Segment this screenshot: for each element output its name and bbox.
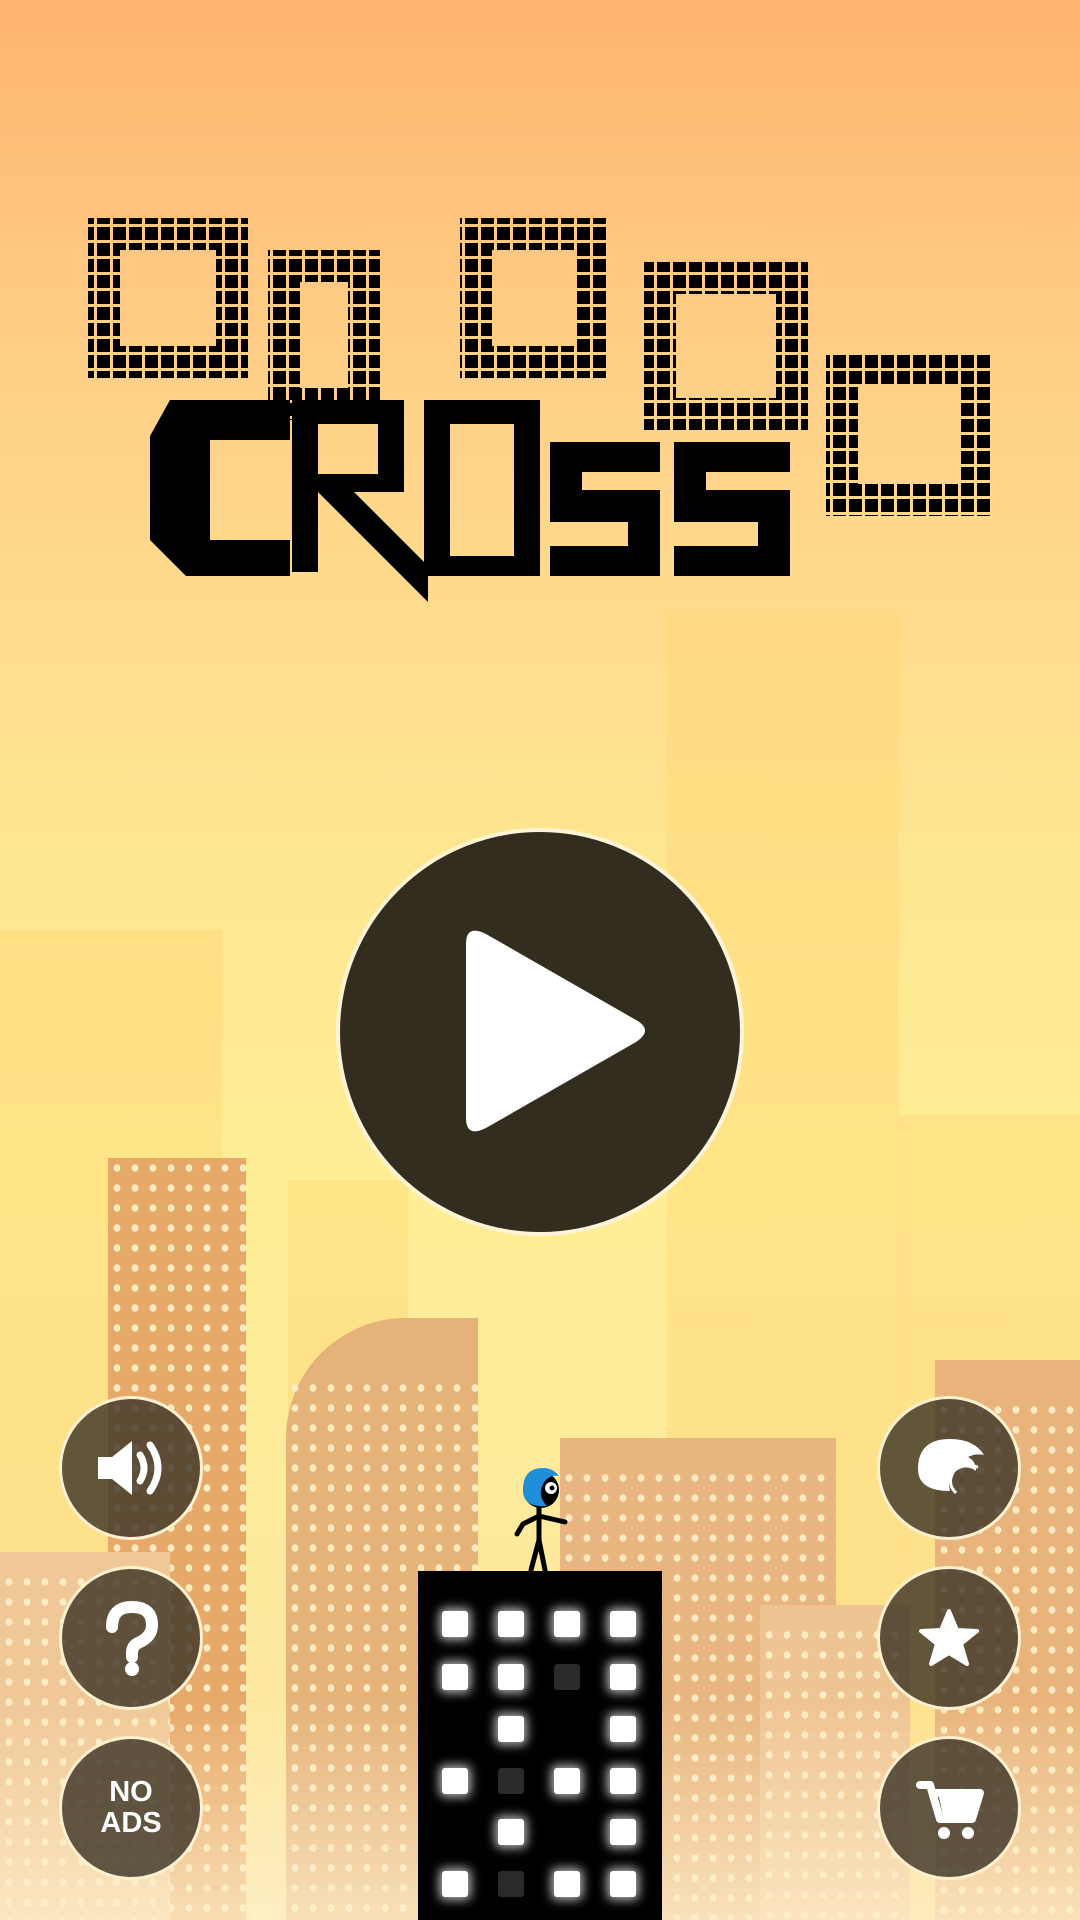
game-title-logo <box>88 218 990 602</box>
sound-button[interactable] <box>59 1396 203 1540</box>
help-button[interactable] <box>59 1566 203 1710</box>
title-cross-word <box>150 400 790 602</box>
speaker-icon <box>98 1441 162 1495</box>
player-character <box>514 1468 568 1573</box>
play-button[interactable] <box>336 828 744 1236</box>
helmet-icon <box>918 1439 984 1495</box>
no-ads-label: NO ADS <box>100 1776 162 1839</box>
player-tower <box>418 1571 662 1920</box>
character-select-button[interactable] <box>877 1396 1021 1540</box>
no-ads-button[interactable]: NO ADS <box>59 1736 203 1880</box>
star-icon <box>919 1609 979 1666</box>
rate-button[interactable] <box>877 1566 1021 1710</box>
play-icon <box>466 930 645 1132</box>
shop-button[interactable] <box>877 1736 1021 1880</box>
question-icon <box>106 1600 159 1676</box>
cart-icon <box>916 1781 984 1839</box>
